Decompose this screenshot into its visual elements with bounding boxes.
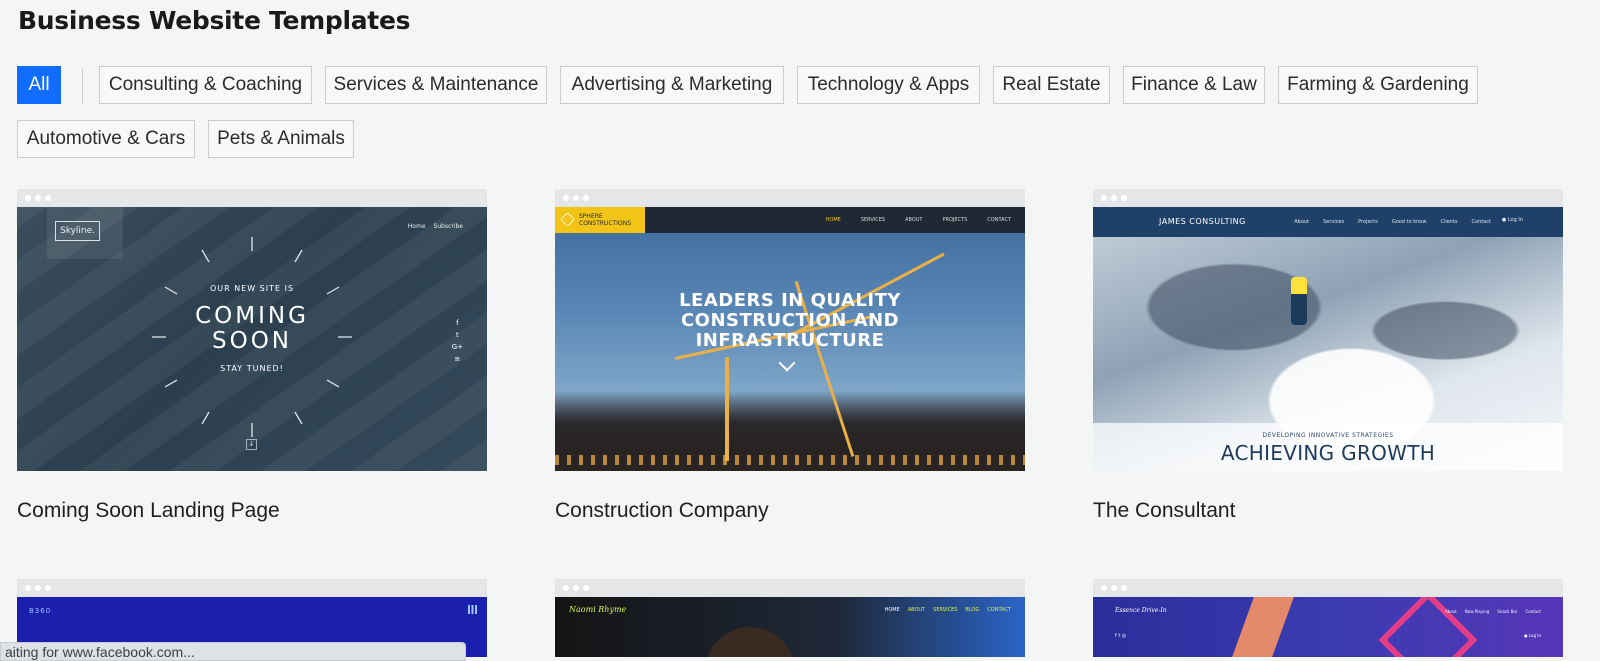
filter-real-estate[interactable]: Real Estate — [993, 66, 1110, 104]
template-card-naomi-rhyme[interactable]: Naomi Rhyme HOME ABOUT SERVICES BLOG CONTACT — [555, 579, 1025, 657]
filter-finance-law[interactable]: Finance & Law — [1123, 66, 1265, 104]
preview-logo: SPHERE CONSTRUCTIONS — [555, 207, 645, 233]
preview-headline-1: COMING — [195, 303, 309, 329]
page-title: Business Website Templates — [18, 6, 411, 35]
preview-logo: JAMES CONSULTING — [1159, 217, 1246, 226]
preview-window-chrome — [555, 579, 1025, 597]
facebook-icon: f — [456, 319, 459, 327]
browser-status-bar: aiting for www.facebook.com... — [0, 642, 466, 661]
preview-kicker: OUR NEW SITE IS — [209, 284, 295, 293]
preview-social-icons: f t G+ ≡ — [452, 317, 463, 365]
preview-window-chrome — [1093, 189, 1563, 207]
template-preview-image[interactable]: Essence Drive-In About Now Playing Snack B… — [1093, 597, 1563, 657]
template-card-consultant[interactable]: JAMES CONSULTING About Services Projects Go… — [1093, 189, 1563, 523]
preview-logo: Skyline. — [55, 221, 101, 241]
portrait-figure — [705, 627, 795, 657]
preview-nav: About Services Projects Good to know Clients… — [1294, 219, 1491, 225]
preview-window-chrome — [555, 189, 1025, 207]
preview-window-chrome — [17, 189, 487, 207]
template-preview-image[interactable]: Skyline. Home Subscribe OUR NEW SITE IS C… — [17, 207, 487, 471]
preview-nav: HOME ABOUT SERVICES BLOG CONTACT — [884, 607, 1011, 613]
preview-headline: LEADERS IN QUALITY CONSTRUCTION AND INFR… — [679, 290, 901, 351]
filter-pets-animals[interactable]: Pets & Animals — [208, 120, 354, 158]
preview-logo: B360 — [29, 607, 52, 615]
template-card-construction[interactable]: SPHERE CONSTRUCTIONS HOME SERVICES ABOUT PR… — [555, 189, 1025, 523]
preview-banner: DEVELOPING INNOVATIVE STRATEGIES ACHIEVI… — [1093, 423, 1563, 471]
preview-logo: Naomi Rhyme — [569, 605, 627, 614]
filter-services-maintenance[interactable]: Services & Maintenance — [325, 66, 547, 104]
climber-figure — [1291, 277, 1307, 325]
preview-headline-2: SOON — [211, 328, 292, 354]
filter-divider — [82, 68, 83, 104]
hexagon-logo-icon — [560, 212, 575, 227]
menu-icon: ≡ — [454, 355, 461, 363]
template-card-coming-soon[interactable]: Skyline. Home Subscribe OUR NEW SITE IS C… — [17, 189, 487, 523]
template-name[interactable]: Coming Soon Landing Page — [17, 499, 487, 523]
preview-social-icons: f t ◎ — [1115, 633, 1127, 639]
filter-all[interactable]: All — [17, 66, 61, 104]
preview-login: ● Log In — [1501, 217, 1523, 223]
filter-consulting-coaching[interactable]: Consulting & Coaching — [99, 66, 312, 104]
filter-advertising-marketing[interactable]: Advertising & Marketing — [560, 66, 784, 104]
chevron-down-icon — [778, 354, 796, 372]
twitter-icon: t — [455, 331, 459, 339]
template-preview-image[interactable]: Naomi Rhyme HOME ABOUT SERVICES BLOG CONTACT — [555, 597, 1025, 657]
template-preview-image[interactable]: JAMES CONSULTING About Services Projects Go… — [1093, 207, 1563, 471]
preview-login: ● Log In — [1524, 633, 1541, 638]
preview-subline: STAY TUNED! — [220, 364, 284, 373]
filter-farming-gardening[interactable]: Farming & Gardening — [1278, 66, 1478, 104]
template-name[interactable]: The Consultant — [1093, 499, 1563, 523]
template-card-essence-drive-in[interactable]: Essence Drive-In About Now Playing Snack B… — [1093, 579, 1563, 657]
grid-menu-icon — [468, 605, 477, 614]
preview-nav: Home Subscribe — [407, 223, 463, 230]
preview-nav: About Now Playing Snack Bar Contact — [1444, 609, 1541, 614]
preview-nav: HOME SERVICES ABOUT PROJECTS CONTACT — [825, 217, 1011, 223]
preview-window-chrome — [1093, 579, 1563, 597]
template-name[interactable]: Construction Company — [555, 499, 1025, 523]
google-plus-icon: G+ — [451, 343, 463, 351]
filter-technology-apps[interactable]: Technology & Apps — [797, 66, 980, 104]
filter-automotive-cars[interactable]: Automotive & Cars — [17, 120, 195, 158]
template-preview-image[interactable]: SPHERE CONSTRUCTIONS HOME SERVICES ABOUT PR… — [555, 207, 1025, 471]
preview-logo: Essence Drive-In — [1115, 607, 1167, 614]
arrow-down-icon: ↓ — [246, 439, 257, 450]
preview-window-chrome — [17, 579, 487, 597]
